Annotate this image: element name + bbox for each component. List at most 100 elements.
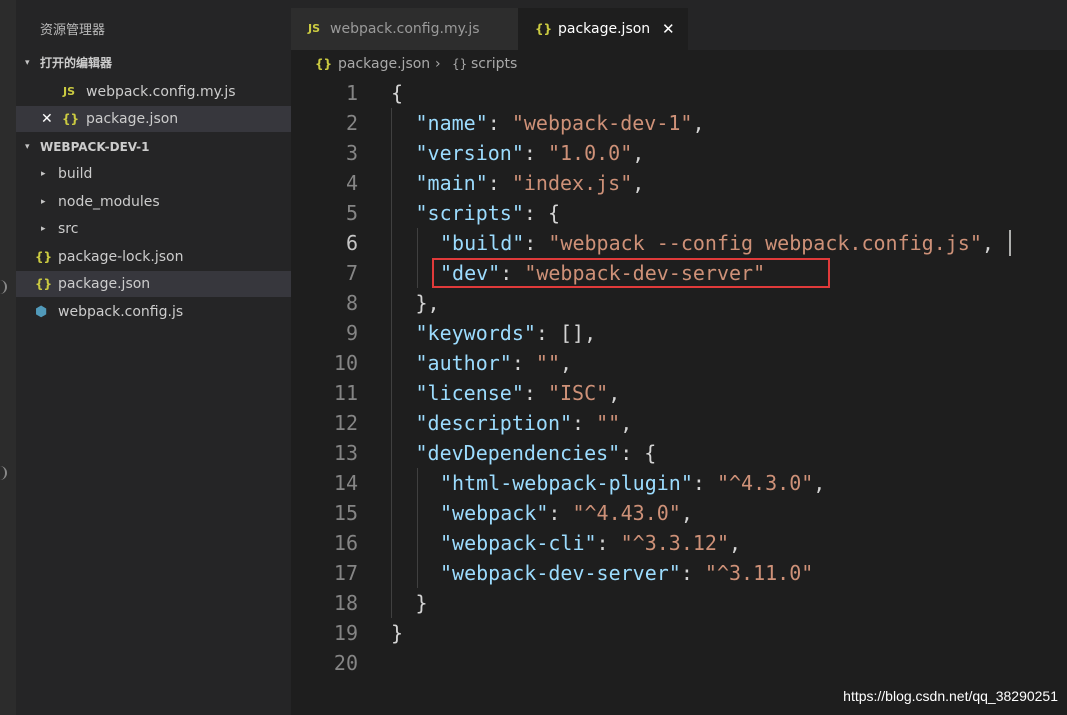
json-key: "build" xyxy=(440,231,525,255)
json-punctuation: : { xyxy=(620,441,657,465)
line-number: 7 xyxy=(345,261,358,285)
tree-item-node-modules[interactable]: ▸ node_modules xyxy=(16,189,291,215)
line-number: 14 xyxy=(333,471,358,495)
line-number: 17 xyxy=(333,561,358,585)
json-punctuation: : xyxy=(692,471,717,495)
code-line[interactable]: "scripts": { xyxy=(416,198,561,228)
activity-icon[interactable] xyxy=(0,280,7,294)
tree-item-package-json[interactable]: {} package.json xyxy=(16,271,291,297)
open-editors-label: 打开的编辑器 xyxy=(40,56,113,70)
json-key: "webpack" xyxy=(440,501,549,525)
code-line[interactable]: "webpack": "^4.43.0", xyxy=(440,498,693,528)
line-number: 15 xyxy=(333,501,358,525)
json-key: "keywords" xyxy=(415,321,536,345)
indent-guide xyxy=(417,228,418,288)
activity-icon[interactable] xyxy=(0,466,7,480)
json-key: "webpack-cli" xyxy=(440,531,597,555)
code-editor[interactable]: 1 {2 "name": "webpack-dev-1", 3 "version": "… xyxy=(291,78,1067,715)
json-punctuation: } xyxy=(391,621,404,645)
json-punctuation: , xyxy=(632,141,645,165)
json-punctuation: , xyxy=(813,471,826,495)
json-key: "author" xyxy=(415,351,512,375)
line-number: 11 xyxy=(333,381,358,405)
code-line[interactable]: }, xyxy=(416,288,440,318)
json-key: "license" xyxy=(415,381,524,405)
code-line[interactable]: "license": "ISC", xyxy=(416,378,621,408)
json-key: "version" xyxy=(415,141,524,165)
json-punctuation: , xyxy=(692,111,705,135)
tab-bar: JS webpack.config.my.js {} package.json … xyxy=(291,0,1067,50)
json-punctuation: , xyxy=(680,501,693,525)
tab-label: package.json xyxy=(558,21,651,37)
project-header[interactable]: ▾ WEBPACK-DEV-1 xyxy=(16,136,291,158)
json-punctuation: : xyxy=(523,141,548,165)
json-file-icon: {} xyxy=(35,250,53,264)
code-line[interactable]: "devDependencies": { xyxy=(416,438,657,468)
line-number: 5 xyxy=(345,201,358,225)
code-line[interactable]: "html-webpack-plugin": "^4.3.0", xyxy=(440,468,825,498)
json-punctuation: : xyxy=(548,501,573,525)
json-punctuation: : xyxy=(511,351,536,375)
code-line[interactable]: "keywords": [], xyxy=(416,318,597,348)
file-label: package.json xyxy=(58,276,151,292)
json-punctuation: : xyxy=(487,171,512,195)
json-string: "index.js" xyxy=(511,171,633,195)
code-line[interactable]: "name": "webpack-dev-1", xyxy=(416,108,705,138)
json-key: "main" xyxy=(415,171,488,195)
json-string: "^3.11.0" xyxy=(704,561,814,585)
line-number: 2 xyxy=(345,111,358,135)
indent-guide xyxy=(391,108,392,618)
open-editor-label: package.json xyxy=(86,111,179,127)
json-key: "name" xyxy=(415,111,488,135)
close-icon[interactable]: ✕ xyxy=(41,106,53,132)
json-key: "html-webpack-plugin" xyxy=(440,471,693,495)
code-line[interactable]: "author": "", xyxy=(416,348,573,378)
json-string: "^4.3.0" xyxy=(716,471,814,495)
json-file-icon: {} xyxy=(315,57,333,71)
breadcrumb-symbol[interactable]: scripts xyxy=(471,50,517,78)
open-editor-item[interactable]: JS webpack.config.my.js xyxy=(16,79,291,105)
tab-webpack-config-my[interactable]: JS webpack.config.my.js xyxy=(291,8,518,50)
tree-item-package-lock[interactable]: {} package-lock.json xyxy=(16,244,291,270)
line-number: 8 xyxy=(345,291,358,315)
json-key: "devDependencies" xyxy=(415,441,621,465)
json-punctuation: : xyxy=(680,561,705,585)
tree-item-webpack-config[interactable]: ⬢ webpack.config.js xyxy=(16,299,291,325)
js-file-icon: JS xyxy=(308,22,321,35)
open-editor-item-active[interactable]: ✕ {} package.json xyxy=(16,106,291,132)
code-line[interactable]: "webpack-dev-server": "^3.11.0" xyxy=(440,558,813,588)
close-icon[interactable]: ✕ xyxy=(662,8,675,50)
line-number: 16 xyxy=(333,531,358,555)
json-punctuation: , xyxy=(560,351,573,375)
json-string: "" xyxy=(596,411,621,435)
line-number: 10 xyxy=(333,351,358,375)
breadcrumb: {} package.json › {} scripts xyxy=(291,50,1067,78)
line-number: 19 xyxy=(333,621,358,645)
js-file-icon: JS xyxy=(63,85,76,98)
code-line[interactable]: "version": "1.0.0", xyxy=(416,138,645,168)
line-number: 6 xyxy=(345,231,358,255)
code-line[interactable]: "main": "index.js", xyxy=(416,168,645,198)
code-line[interactable]: { xyxy=(391,78,403,108)
json-string: "1.0.0" xyxy=(547,141,633,165)
code-line[interactable]: "webpack-cli": "^3.3.12", xyxy=(440,528,741,558)
breadcrumb-file[interactable]: package.json xyxy=(338,50,430,78)
tree-item-build[interactable]: ▸ build xyxy=(16,161,291,187)
open-editors-header[interactable]: ▾ 打开的编辑器 xyxy=(16,52,291,74)
explorer-sidebar: 资源管理器 ▾ 打开的编辑器 JS webpack.config.my.js ✕… xyxy=(16,0,291,715)
line-number: 4 xyxy=(345,171,358,195)
json-punctuation: , xyxy=(981,231,994,255)
watermark: https://blog.csdn.net/qq_38290251 xyxy=(843,688,1058,704)
code-line[interactable]: "build": "webpack --config webpack.confi… xyxy=(440,228,994,258)
explorer-title: 资源管理器 xyxy=(40,23,106,38)
line-number: 12 xyxy=(333,411,358,435)
code-line[interactable]: } xyxy=(416,588,428,618)
json-punctuation: : xyxy=(523,381,548,405)
json-punctuation: }, xyxy=(415,291,440,315)
tree-item-src[interactable]: ▸ src xyxy=(16,216,291,242)
json-key: "description" xyxy=(415,411,573,435)
tab-package-json[interactable]: {} package.json ✕ xyxy=(518,8,688,50)
code-line[interactable]: "description": "", xyxy=(416,408,633,438)
activity-bar xyxy=(0,0,16,715)
code-line[interactable]: } xyxy=(391,618,403,648)
